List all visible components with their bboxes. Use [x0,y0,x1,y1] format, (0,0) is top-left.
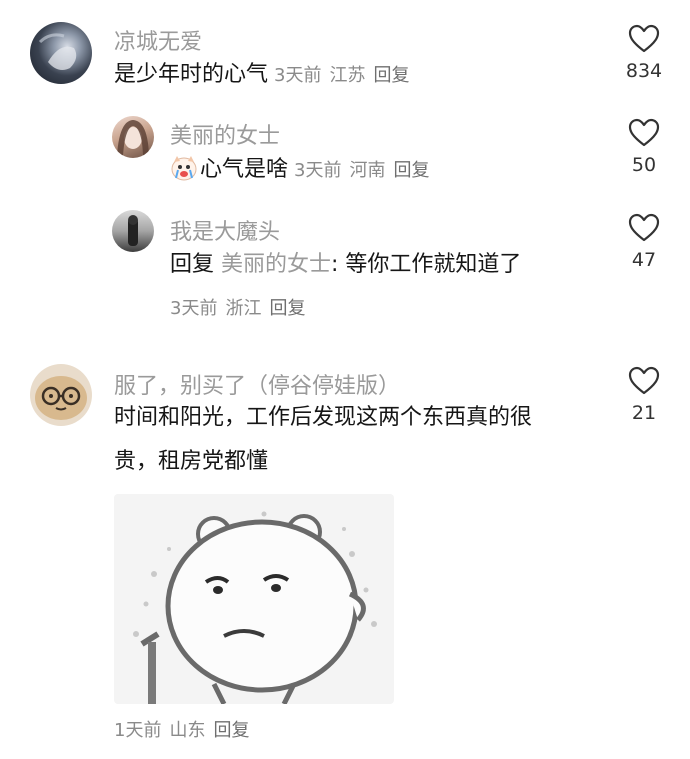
avatar-image [35,376,87,420]
comment-body: 是少年时的心气 [114,62,269,87]
like-count: 50 [631,154,657,176]
grumpy-bear-meme-icon [133,511,377,704]
like-button[interactable]: 834 [614,24,674,82]
reply-prefix: 回复 [170,252,215,277]
reply-button[interactable]: 回复 [373,65,409,86]
heart-icon[interactable] [628,118,660,148]
username[interactable]: 我是大魔头 [170,214,280,246]
reply-button[interactable]: 回复 [269,298,305,319]
comment-time: 3天前 [294,160,342,181]
like-count: 21 [631,402,657,424]
comment-time: 3天前 [274,65,322,86]
comment-time: 3天前 [170,298,218,319]
comment-location: 浙江 [225,298,262,319]
heart-icon[interactable] [628,366,660,396]
meme-image[interactable] [114,494,394,704]
comment-location: 山东 [169,720,206,741]
like-count: 47 [631,249,657,271]
comment-text: 时间和阳光，工作后发现这两个东西真的很 贵，租房党都懂 [114,396,594,484]
comment-location: 河南 [349,160,386,181]
like-button[interactable]: 50 [614,118,674,176]
comment-time: 1天前 [114,720,162,741]
comment-body: 心气是啥 [200,157,289,182]
comment-body-line1: 时间和阳光，工作后发现这两个东西真的很 [114,405,533,430]
like-button[interactable]: 21 [614,366,674,424]
comment-meta: 1天前 山东 回复 [114,716,257,742]
avatar[interactable] [112,210,154,252]
avatar-image [117,119,149,157]
reply-button[interactable]: 回复 [393,160,429,181]
mention-username[interactable]: 美丽的女士 [221,252,331,277]
avatar[interactable] [112,116,154,158]
username[interactable]: 美丽的女士 [170,118,280,150]
avatar-image [128,215,138,246]
username[interactable]: 凉城无爱 [114,24,202,56]
comment-meta: 3天前 浙江 回复 [170,294,313,320]
reply-button[interactable]: 回复 [213,720,249,741]
heart-icon[interactable] [628,213,660,243]
heart-icon[interactable] [628,24,660,54]
avatar[interactable] [30,22,92,84]
like-count: 834 [625,60,663,82]
comment-body: : 等你工作就知道了 [331,252,522,277]
comment-text: 心气是啥 3天前 河南 回复 [170,148,437,193]
comment-text: 回复 美丽的女士: 等你工作就知道了 [170,243,521,287]
comment-body-line2: 贵，租房党都懂 [114,449,269,474]
comment-location: 江苏 [329,65,366,86]
comment-meta: 3天前 河南 回复 [294,160,437,181]
avatar[interactable] [30,364,92,426]
comment-meta: 3天前 江苏 回复 [274,65,417,86]
avatar-image [38,33,77,70]
crying-cat-emoji-icon [171,156,197,181]
comment-text: 是少年时的心气 3天前 江苏 回复 [114,53,417,98]
like-button[interactable]: 47 [614,213,674,271]
